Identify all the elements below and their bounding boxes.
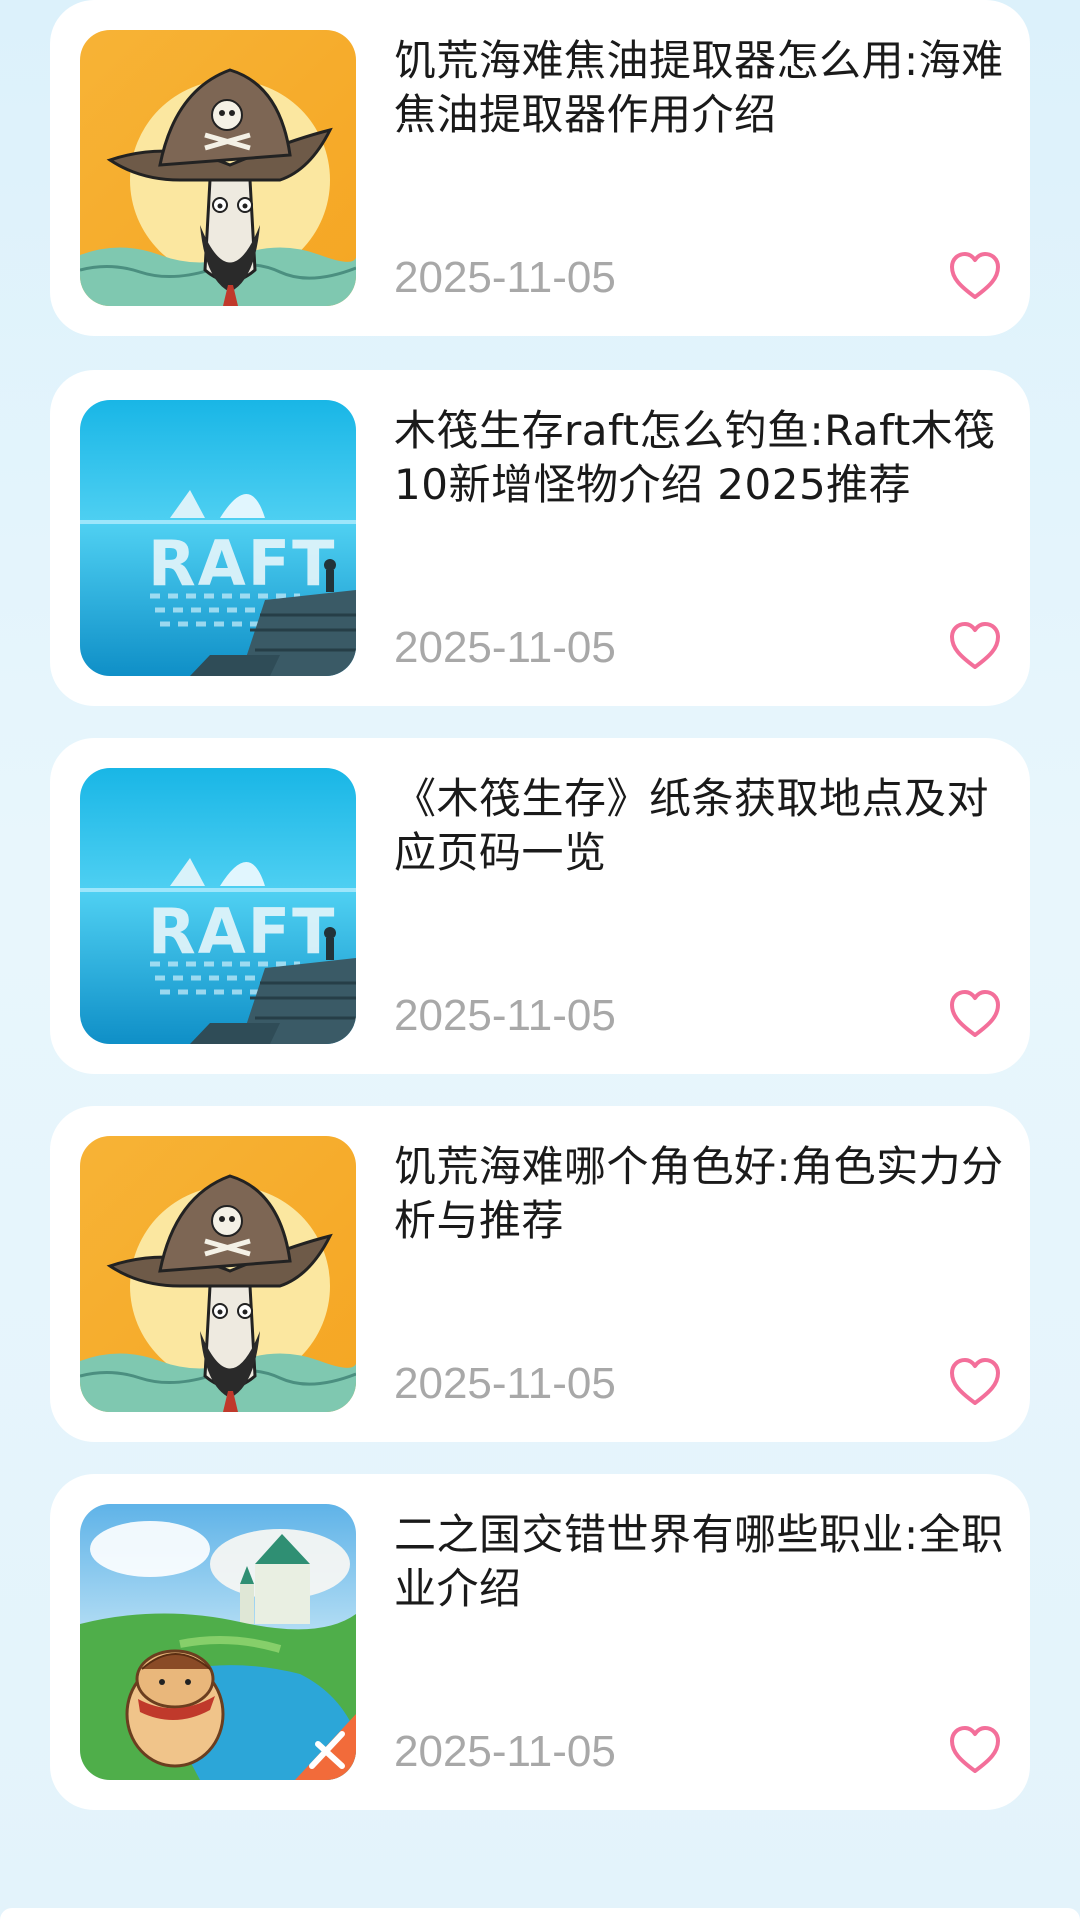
article-title[interactable]: 《木筏生存》纸条获取地点及对应页码一览 bbox=[394, 772, 1004, 880]
shipwrecked-pirate-thumbnail[interactable] bbox=[80, 1136, 356, 1412]
svg-text:RAFT: RAFT bbox=[148, 895, 336, 968]
article-title[interactable]: 饥荒海难焦油提取器怎么用:海难焦油提取器作用介绍 bbox=[394, 34, 1004, 142]
bottom-sheet-edge bbox=[0, 1908, 1080, 1920]
favorite-button[interactable] bbox=[948, 620, 1002, 672]
svg-text:RAFT: RAFT bbox=[148, 527, 336, 600]
heart-outline-icon bbox=[950, 990, 1000, 1037]
article-date: 2025-11-05 bbox=[394, 991, 616, 1040]
raft-thumbnail[interactable]: RAFT bbox=[80, 768, 356, 1044]
favorite-button[interactable] bbox=[948, 988, 1002, 1040]
article-card[interactable]: 饥荒海难哪个角色好:角色实力分析与推荐 2025-11-05 bbox=[50, 1106, 1030, 1442]
article-card[interactable]: RAFT 木筏生存raft怎么钓鱼:Raft木筏10新增怪物介绍 2025推荐 … bbox=[50, 370, 1030, 706]
article-card[interactable]: RAFT 《木筏生存》纸条获取地点及对应页码一览 2025-11-05 bbox=[50, 738, 1030, 1074]
heart-outline-icon bbox=[950, 622, 1000, 669]
article-title[interactable]: 二之国交错世界有哪些职业:全职业介绍 bbox=[394, 1508, 1004, 1616]
favorite-button[interactable] bbox=[948, 1356, 1002, 1408]
heart-outline-icon bbox=[950, 1726, 1000, 1773]
article-date: 2025-11-05 bbox=[394, 1727, 616, 1776]
raft-thumbnail[interactable]: RAFT bbox=[80, 400, 356, 676]
favorite-button[interactable] bbox=[948, 250, 1002, 302]
ni-no-kuni-thumbnail[interactable] bbox=[80, 1504, 356, 1780]
heart-outline-icon bbox=[950, 252, 1000, 299]
shipwrecked-pirate-thumbnail[interactable] bbox=[80, 30, 356, 306]
article-date: 2025-11-05 bbox=[394, 253, 616, 302]
article-date: 2025-11-05 bbox=[394, 1359, 616, 1408]
article-title[interactable]: 饥荒海难哪个角色好:角色实力分析与推荐 bbox=[394, 1140, 1004, 1248]
article-date: 2025-11-05 bbox=[394, 623, 616, 672]
article-title[interactable]: 木筏生存raft怎么钓鱼:Raft木筏10新增怪物介绍 2025推荐 bbox=[394, 404, 1004, 512]
heart-outline-icon bbox=[950, 1358, 1000, 1405]
article-card[interactable]: 二之国交错世界有哪些职业:全职业介绍 2025-11-05 bbox=[50, 1474, 1030, 1810]
article-card[interactable]: 饥荒海难焦油提取器怎么用:海难焦油提取器作用介绍 2025-11-05 bbox=[50, 0, 1030, 336]
favorite-button[interactable] bbox=[948, 1724, 1002, 1776]
